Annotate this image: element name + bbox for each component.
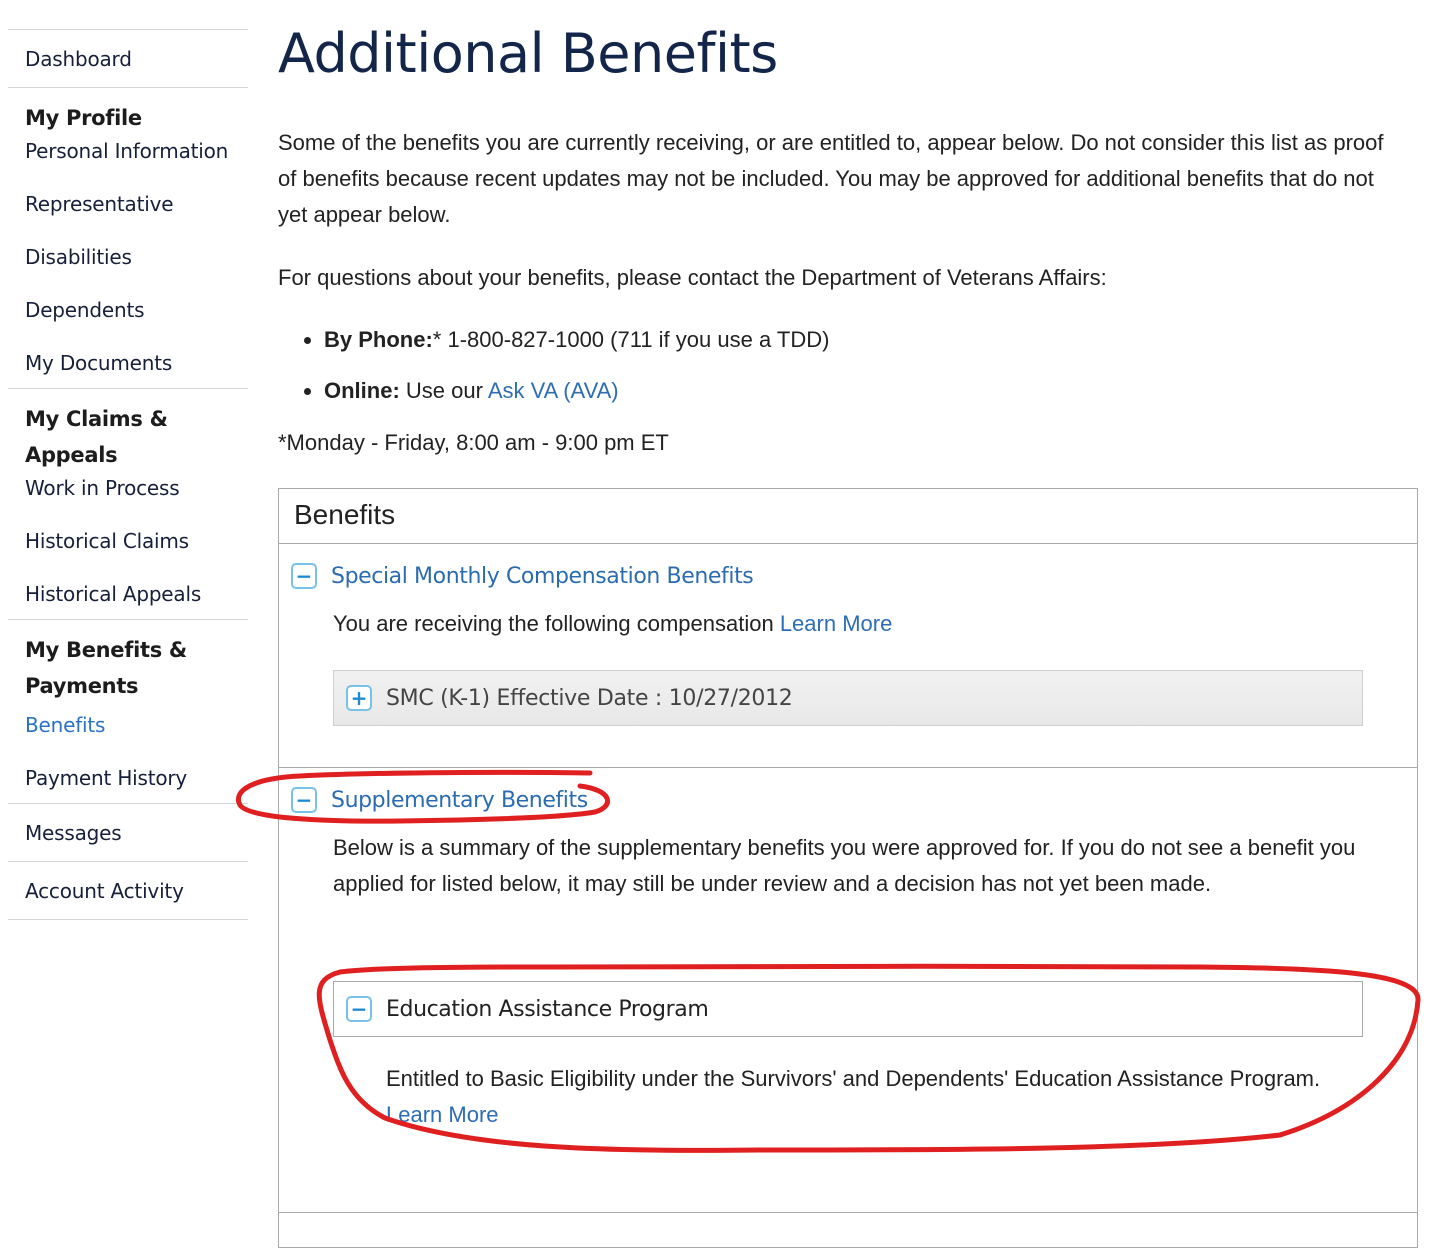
education-learn-more-link[interactable]: Learn More: [386, 1102, 499, 1127]
contact-online: Online: Use our Ask VA (AVA): [324, 373, 829, 409]
education-program-title: Education Assistance Program: [386, 996, 709, 1022]
hours-text: *Monday - Friday, 8:00 am - 9:00 pm ET: [278, 430, 669, 455]
sidebar-heading-payments: Payments: [25, 674, 139, 698]
benefits-panel: Benefits − Special Monthly Compensation …: [278, 488, 1418, 1248]
sidebar-item-representative[interactable]: Representative: [8, 189, 248, 219]
smc-item-bar[interactable]: + SMC (K-1) Effective Date : 10/27/2012: [333, 670, 1363, 726]
sidebar-item-payment-history[interactable]: Payment History: [8, 763, 248, 793]
sidebar-heading-claims-appeals: My Claims & Appeals: [25, 407, 168, 467]
education-program-body: Entitled to Basic Eligibility under the …: [279, 1037, 1417, 1133]
online-label: Online:: [324, 378, 400, 403]
expand-icon[interactable]: +: [346, 685, 372, 711]
supplementary-title-link[interactable]: Supplementary Benefits: [331, 788, 588, 813]
sidebar-item-work-in-process[interactable]: Work in Process: [8, 473, 248, 503]
smc-header[interactable]: − Special Monthly Compensation Benefits: [279, 544, 1417, 594]
sidebar-item-messages[interactable]: Messages: [8, 818, 248, 848]
sidebar-item-my-documents[interactable]: My Documents: [8, 348, 248, 378]
smc-title-link[interactable]: Special Monthly Compensation Benefits: [331, 564, 754, 589]
smc-section: − Special Monthly Compensation Benefits …: [279, 544, 1417, 768]
sidebar-item-historical-claims[interactable]: Historical Claims: [8, 526, 248, 556]
sidebar-group-benefits: My Benefits & Payments Benefits Payment …: [8, 619, 248, 803]
sidebar-group-account-activity: Account Activity: [8, 861, 248, 920]
sidebar-nav: Dashboard My Profile Personal Informatio…: [8, 29, 248, 920]
smc-body: You are receiving the following compensa…: [279, 594, 1417, 670]
intro-text: Some of the benefits you are currently r…: [278, 130, 1384, 227]
online-prefix: Use our: [399, 378, 488, 403]
sidebar-item-dependents[interactable]: Dependents: [8, 295, 248, 325]
sidebar-group-messages: Messages: [8, 803, 248, 861]
sidebar-heading-my-profile: My Profile: [25, 106, 142, 130]
phone-label: By Phone:: [324, 327, 433, 352]
ask-va-link[interactable]: Ask VA (AVA): [488, 378, 619, 403]
sidebar-item-benefits[interactable]: Benefits: [8, 710, 248, 740]
supplementary-header[interactable]: − Supplementary Benefits: [279, 768, 1417, 818]
supplementary-text: Below is a summary of the supplementary …: [333, 835, 1356, 896]
education-program-header[interactable]: − Education Assistance Program: [333, 981, 1363, 1037]
phone-value: * 1-800-827-1000 (711 if you use a TDD): [432, 327, 830, 352]
sidebar-item-personal-information[interactable]: Personal Information: [8, 136, 248, 166]
supplementary-section: − Supplementary Benefits Below is a summ…: [279, 768, 1417, 1213]
collapse-icon[interactable]: −: [346, 996, 372, 1022]
smc-item-text: SMC (K-1) Effective Date : 10/27/2012: [386, 685, 793, 711]
page-title: Additional Benefits: [278, 22, 778, 85]
sidebar-item-account-activity[interactable]: Account Activity: [8, 876, 248, 906]
sidebar-item-disabilities[interactable]: Disabilities: [8, 242, 248, 272]
benefits-panel-title: Benefits: [279, 489, 1417, 544]
sidebar-group-claims: My Claims & Appeals Work in Process Hist…: [8, 388, 248, 619]
collapse-icon[interactable]: −: [291, 787, 317, 813]
smc-learn-more-link[interactable]: Learn More: [780, 611, 893, 636]
education-program-text: Entitled to Basic Eligibility under the …: [386, 1066, 1321, 1091]
contact-list: By Phone:* 1-800-827-1000 (711 if you us…: [278, 322, 829, 424]
sidebar-group-profile: My Profile Personal Information Represen…: [8, 87, 248, 388]
contact-phone: By Phone:* 1-800-827-1000 (711 if you us…: [324, 322, 829, 358]
sidebar-group-dashboard: Dashboard: [8, 29, 248, 87]
sidebar-item-historical-appeals[interactable]: Historical Appeals: [8, 579, 248, 609]
contact-text: For questions about your benefits, pleas…: [278, 265, 1107, 290]
sidebar-heading-benefits-payments: My Benefits &: [25, 638, 187, 662]
sidebar-item-dashboard[interactable]: Dashboard: [8, 44, 248, 74]
smc-text: You are receiving the following compensa…: [333, 611, 780, 636]
collapse-icon[interactable]: −: [291, 563, 317, 589]
